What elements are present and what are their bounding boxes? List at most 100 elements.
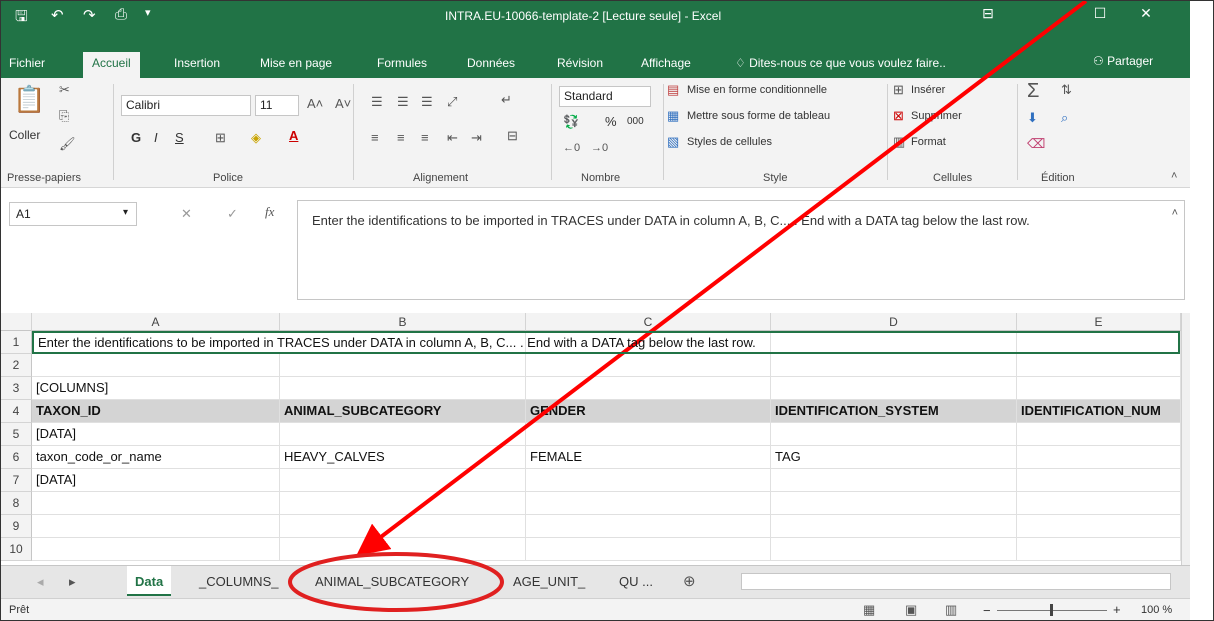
sheet-tab-columns[interactable]: _COLUMNS_	[191, 566, 286, 596]
cell-d7[interactable]	[771, 469, 1017, 492]
tab-insertion[interactable]: Insertion	[174, 56, 220, 70]
sheet-tab-animal-subcategory[interactable]: ANIMAL_SUBCATEGORY	[307, 566, 477, 596]
cell-e3[interactable]	[1017, 377, 1181, 400]
page-layout-icon[interactable]: ▣	[905, 602, 917, 618]
tab-donnees[interactable]: Données	[467, 56, 515, 70]
row-header[interactable]: 7	[1, 469, 32, 492]
redo-icon[interactable]: ↷	[83, 6, 96, 24]
scroll-right-icon[interactable]: ▸	[69, 574, 76, 590]
tell-me-search[interactable]: ♢ Dites-nous ce que vous voulez faire..	[735, 56, 946, 70]
cell-b10[interactable]	[280, 538, 526, 561]
row-header[interactable]: 1	[1, 331, 32, 354]
number-format-combo[interactable]: Standard	[559, 86, 651, 107]
ribbon-display-icon[interactable]: ⊟	[973, 5, 1003, 22]
thousands-button[interactable]: 000	[627, 116, 644, 127]
zoom-slider-thumb[interactable]	[1050, 604, 1053, 616]
cell-b6[interactable]: HEAVY_CALVES	[280, 446, 526, 469]
orientation-icon[interactable]: ⤢	[447, 94, 457, 110]
cell-a7[interactable]: [DATA]	[32, 469, 280, 492]
fill-color-icon[interactable]: ◈	[251, 130, 261, 146]
maximize-button[interactable]: ☐	[1085, 5, 1115, 22]
align-left-icon[interactable]: ≡	[371, 130, 379, 145]
row-header[interactable]: 5	[1, 423, 32, 446]
select-all-corner[interactable]	[1, 313, 32, 331]
align-middle-icon[interactable]: ☰	[397, 94, 409, 110]
close-button[interactable]: ✕	[1131, 5, 1161, 22]
cell-a10[interactable]	[32, 538, 280, 561]
cut-icon[interactable]: ✂	[59, 82, 70, 98]
conditional-format-button[interactable]: Mise en forme conditionnelle	[687, 84, 827, 96]
paste-label[interactable]: Coller	[9, 128, 40, 142]
shrink-font-icon[interactable]: A˅	[335, 96, 351, 111]
clear-icon[interactable]: ⌫	[1027, 136, 1045, 152]
merge-center-icon[interactable]: ⊟	[507, 128, 518, 144]
cell-a8[interactable]	[32, 492, 280, 515]
italic-button[interactable]: I	[154, 130, 158, 145]
column-header-b[interactable]: B	[280, 313, 526, 331]
save-icon[interactable]: 🖫	[15, 6, 28, 31]
tab-affichage[interactable]: Affichage	[641, 56, 691, 70]
decrease-indent-icon[interactable]: ⇤	[447, 130, 458, 146]
font-color-icon[interactable]: A	[289, 128, 298, 143]
column-header-d[interactable]: D	[771, 313, 1017, 331]
cell-a1[interactable]: Enter the identifications to be imported…	[32, 331, 1180, 354]
add-sheet-icon[interactable]: ⊕	[683, 572, 696, 590]
cell-d2[interactable]	[771, 354, 1017, 377]
formula-input[interactable]: Enter the identifications to be imported…	[297, 200, 1185, 300]
row-header[interactable]: 4	[1, 400, 32, 423]
cell-c3[interactable]	[526, 377, 771, 400]
share-button[interactable]: ⚇ Partager	[1093, 54, 1153, 68]
tab-revision[interactable]: Révision	[557, 56, 603, 70]
fill-icon[interactable]: ⬇	[1027, 110, 1038, 126]
cell-c4[interactable]: GENDER	[526, 400, 771, 423]
cell-a6[interactable]: taxon_code_or_name	[32, 446, 280, 469]
underline-button[interactable]: S	[175, 130, 184, 145]
align-bottom-icon[interactable]: ☰	[421, 94, 433, 110]
cell-d6[interactable]: TAG	[771, 446, 1017, 469]
collapse-ribbon-icon[interactable]: ˄	[1171, 170, 1177, 182]
cell-b8[interactable]	[280, 492, 526, 515]
format-painter-icon[interactable]: 🖌	[59, 136, 76, 152]
cell-c8[interactable]	[526, 492, 771, 515]
cell-d9[interactable]	[771, 515, 1017, 538]
cell-e8[interactable]	[1017, 492, 1181, 515]
cell-e4[interactable]: IDENTIFICATION_NUM	[1017, 400, 1181, 423]
bold-button[interactable]: G	[131, 130, 141, 145]
scroll-left-icon[interactable]: ◂	[37, 574, 44, 590]
align-top-icon[interactable]: ☰	[371, 94, 383, 110]
percent-button[interactable]: %	[605, 114, 617, 129]
cell-d3[interactable]	[771, 377, 1017, 400]
row-header[interactable]: 2	[1, 354, 32, 377]
cell-d4[interactable]: IDENTIFICATION_SYSTEM	[771, 400, 1017, 423]
print-preview-icon[interactable]: ⎙	[115, 6, 127, 23]
cell-e6[interactable]	[1017, 446, 1181, 469]
cell-b4[interactable]: ANIMAL_SUBCATEGORY	[280, 400, 526, 423]
cell-e7[interactable]	[1017, 469, 1181, 492]
cell-styles-button[interactable]: Styles de cellules	[687, 136, 772, 148]
cell-styles-icon[interactable]: ▧	[667, 134, 679, 150]
cell-c6[interactable]: FEMALE	[526, 446, 771, 469]
collapse-formula-icon[interactable]: ˄	[1172, 207, 1178, 219]
column-header-a[interactable]: A	[32, 313, 280, 331]
cell-c2[interactable]	[526, 354, 771, 377]
format-table-icon[interactable]: ▦	[667, 108, 679, 124]
delete-button[interactable]: Supprimer	[911, 110, 962, 122]
format-cells-icon[interactable]: ▥	[893, 134, 905, 150]
tab-fichier[interactable]: Fichier	[9, 56, 45, 70]
cell-e9[interactable]	[1017, 515, 1181, 538]
currency-icon[interactable]: 💱	[563, 114, 579, 130]
cell-d5[interactable]	[771, 423, 1017, 446]
page-break-icon[interactable]: ▥	[945, 602, 957, 618]
cell-c9[interactable]	[526, 515, 771, 538]
sheet-tab-data[interactable]: Data	[127, 566, 172, 596]
decrease-decimal-icon[interactable]: →0	[591, 142, 608, 154]
cell-a4[interactable]: TAXON_ID	[32, 400, 280, 423]
name-box[interactable]: A1 ▾	[9, 202, 137, 226]
increase-indent-icon[interactable]: ⇥	[471, 130, 482, 146]
normal-view-icon[interactable]: ▦	[863, 602, 875, 618]
cell-a5[interactable]: [DATA]	[32, 423, 280, 446]
horizontal-scrollbar[interactable]	[741, 573, 1171, 590]
row-header[interactable]: 9	[1, 515, 32, 538]
insert-cells-icon[interactable]: ⊞	[893, 82, 904, 98]
cell-c10[interactable]	[526, 538, 771, 561]
